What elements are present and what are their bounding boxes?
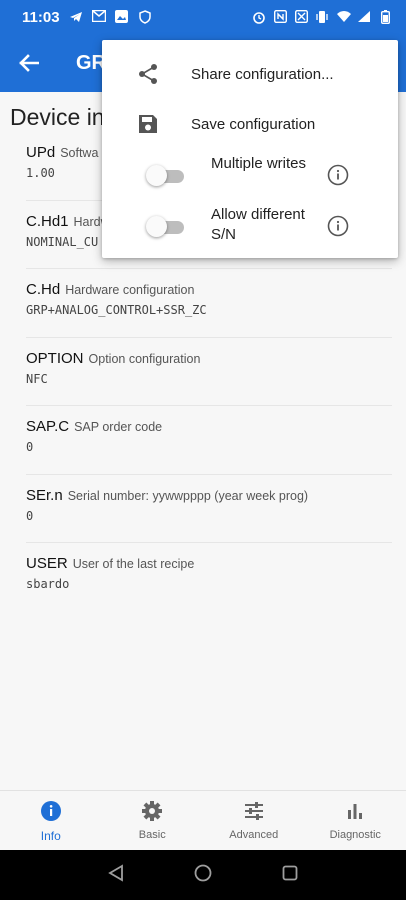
param-description: User of the last recipe (72, 557, 195, 571)
vpn-shield-icon (138, 10, 152, 24)
vibrate-icon (315, 10, 329, 24)
param-row[interactable]: SEr.n Serial number: yywwpppp (year week… (26, 475, 392, 543)
arrow-left-icon (19, 54, 39, 72)
gmail-icon (91, 9, 106, 24)
allow-different-sn-row: Allow different S/N (102, 201, 398, 251)
nav-label: Basic (138, 829, 166, 841)
nfc-icon (273, 9, 287, 24)
param-value: NFC (26, 371, 48, 386)
info-outline-icon[interactable] (326, 163, 350, 187)
tune-icon (242, 799, 266, 823)
gear-icon (140, 799, 164, 823)
param-row[interactable]: OPTION Option configuration NFC (26, 338, 392, 406)
nav-item-advanced[interactable]: Advanced (203, 791, 305, 850)
nav-label: Advanced (229, 829, 279, 841)
multiple-writes-switch[interactable] (146, 165, 186, 186)
system-navigation-bar (0, 850, 406, 900)
param-description: SAP order code (74, 420, 163, 434)
share-configuration-item[interactable]: Share configuration... (102, 50, 398, 98)
multiple-writes-label: Multiple writes (211, 155, 307, 172)
menu-item-label: Save configuration (191, 115, 316, 133)
telegram-icon (69, 10, 83, 24)
gallery-icon (115, 10, 129, 24)
param-code: USER (26, 555, 68, 572)
param-description: Hardware configuration (65, 283, 195, 297)
overflow-menu: Share configuration... Save configuratio… (102, 40, 398, 258)
param-row[interactable]: USER User of the last recipe sbardo (26, 543, 392, 612)
nav-item-info[interactable]: Info (0, 791, 102, 850)
switch-thumb (146, 165, 167, 186)
param-row[interactable]: C.Hd Hardware configuration GRP+ANALOG_C… (26, 269, 392, 338)
nav-item-basic[interactable]: Basic (102, 791, 204, 850)
param-description: Softwa (60, 146, 99, 160)
param-code: C.Hd1 (26, 212, 69, 230)
status-time: 11:03 (22, 8, 60, 26)
bottom-navigation: Info Basic Advanced Diagnostic (0, 790, 406, 850)
param-value: 0 (26, 440, 34, 454)
param-description: Serial number: yywwpppp (year week prog) (67, 488, 309, 503)
multiple-writes-row: Multiple writes (102, 150, 398, 200)
back-button[interactable] (0, 34, 58, 92)
system-back-icon[interactable] (108, 863, 124, 887)
switch-thumb (146, 216, 167, 237)
param-description: Option configuration (88, 351, 201, 366)
info-icon (39, 799, 63, 823)
wifi-icon (336, 10, 351, 24)
param-value: GRP+ANALOG_CONTROL+SSR_ZC (26, 303, 207, 317)
nav-label: Info (40, 829, 61, 843)
system-home-icon[interactable] (194, 864, 212, 887)
menu-item-label: Share configuration... (191, 65, 334, 83)
param-code: OPTION (26, 349, 84, 367)
nav-label: Diagnostic (329, 829, 381, 841)
save-icon (136, 112, 160, 136)
param-row[interactable]: SAP.C SAP order code 0 (26, 406, 392, 475)
bar-chart-icon (343, 799, 367, 823)
save-configuration-item[interactable]: Save configuration (102, 100, 398, 148)
param-code: SEr.n (26, 486, 63, 504)
status-bar: 11:03 (0, 0, 406, 34)
signal-icon (357, 10, 371, 24)
param-value: sbardo (26, 577, 70, 591)
param-code: SAP.C (26, 418, 70, 435)
param-value: 0 (26, 508, 34, 523)
system-recents-icon[interactable] (282, 865, 298, 886)
alarm-icon (252, 10, 266, 24)
allow-different-sn-switch[interactable] (146, 216, 186, 237)
param-code: UPd (26, 144, 56, 161)
battery-icon (378, 10, 392, 25)
nav-item-diagnostic[interactable]: Diagnostic (305, 791, 406, 850)
param-code: C.Hd (26, 281, 61, 298)
no-sim-icon (294, 9, 308, 24)
allow-different-sn-label: Allow different S/N (211, 206, 305, 243)
share-icon (136, 62, 160, 86)
info-outline-icon[interactable] (326, 214, 350, 238)
